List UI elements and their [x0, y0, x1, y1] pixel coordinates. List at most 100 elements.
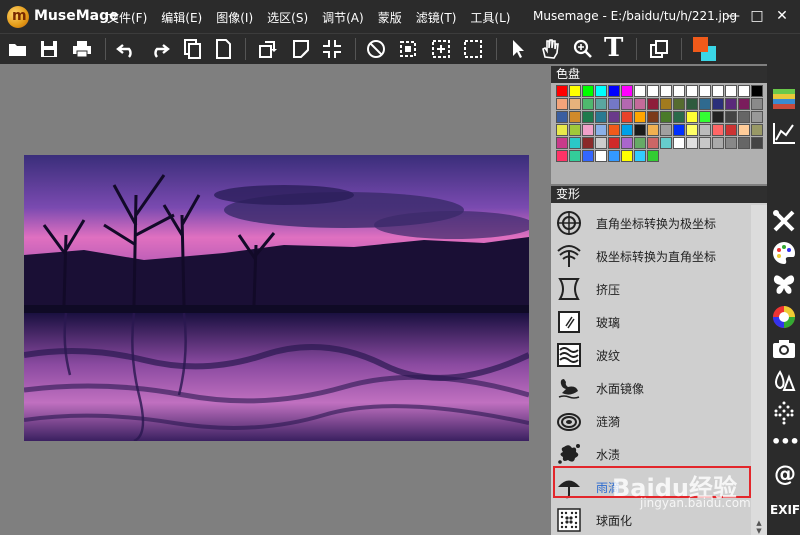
- palette-swatch[interactable]: [595, 137, 607, 149]
- close-button[interactable]: ✕: [773, 7, 791, 25]
- palette-swatch[interactable]: [621, 85, 633, 97]
- palette-swatch[interactable]: [725, 137, 737, 149]
- canvas-image[interactable]: [24, 155, 529, 441]
- palette-swatch[interactable]: [556, 150, 568, 162]
- palette-swatch[interactable]: [595, 85, 607, 97]
- text-icon[interactable]: T: [602, 33, 626, 63]
- palette-swatch[interactable]: [608, 85, 620, 97]
- transform-icon[interactable]: [289, 37, 313, 61]
- maximize-button[interactable]: □: [748, 7, 766, 25]
- palette-swatch[interactable]: [582, 85, 594, 97]
- dots-grid-icon[interactable]: [771, 400, 797, 426]
- filter-item-glass[interactable]: 玻璃: [551, 305, 751, 338]
- filter-item-water-mirror[interactable]: 水面镜像: [551, 371, 751, 404]
- palette-swatch[interactable]: [647, 85, 659, 97]
- zoom-icon[interactable]: [571, 37, 595, 61]
- filter-item-ripple[interactable]: 涟漪: [551, 404, 751, 437]
- palette-swatch[interactable]: [634, 150, 646, 162]
- palette-swatch[interactable]: [608, 137, 620, 149]
- palette-swatch[interactable]: [725, 98, 737, 110]
- menu-select[interactable]: 选区(S): [267, 9, 308, 26]
- palette-swatch[interactable]: [751, 124, 763, 136]
- palette-swatch[interactable]: [673, 124, 685, 136]
- minimize-button[interactable]: —: [724, 7, 742, 25]
- palette-swatch[interactable]: [621, 124, 633, 136]
- drops-icon[interactable]: [771, 368, 797, 394]
- palette-swatch[interactable]: [725, 85, 737, 97]
- palette-swatch[interactable]: [738, 124, 750, 136]
- palette-swatch[interactable]: [751, 111, 763, 123]
- menu-mask[interactable]: 蒙版: [378, 9, 402, 26]
- palette-swatch[interactable]: [686, 124, 698, 136]
- palette-swatch[interactable]: [647, 124, 659, 136]
- menu-adjust[interactable]: 调节(A): [322, 9, 364, 26]
- exif-button[interactable]: EXIF: [770, 503, 800, 517]
- palette-swatch[interactable]: [673, 137, 685, 149]
- palette-swatch[interactable]: [738, 98, 750, 110]
- new-document-icon[interactable]: [211, 37, 235, 61]
- palette-swatch[interactable]: [556, 98, 568, 110]
- palette-swatch[interactable]: [660, 111, 672, 123]
- palette-swatch[interactable]: [660, 98, 672, 110]
- palette-swatch[interactable]: [647, 98, 659, 110]
- palette-swatch[interactable]: [751, 85, 763, 97]
- palette-swatch[interactable]: [647, 150, 659, 162]
- palette-swatch[interactable]: [608, 150, 620, 162]
- palette-swatch[interactable]: [686, 111, 698, 123]
- palette-swatch[interactable]: [686, 137, 698, 149]
- filter-item-rect-to-polar[interactable]: 直角坐标转换为极坐标: [551, 206, 751, 239]
- palette-swatch[interactable]: [582, 150, 594, 162]
- palette-swatch[interactable]: [569, 150, 581, 162]
- palette-swatch[interactable]: [569, 98, 581, 110]
- palette-swatch[interactable]: [569, 85, 581, 97]
- palette-swatch[interactable]: [608, 98, 620, 110]
- rotate-icon[interactable]: [256, 37, 280, 61]
- palette-swatch[interactable]: [569, 137, 581, 149]
- palette-swatch[interactable]: [582, 124, 594, 136]
- hand-icon[interactable]: [538, 37, 562, 61]
- palette-swatch[interactable]: [712, 85, 724, 97]
- palette-swatch[interactable]: [634, 111, 646, 123]
- palette-swatch[interactable]: [634, 98, 646, 110]
- palette-swatch[interactable]: [673, 85, 685, 97]
- palette-swatch[interactable]: [621, 137, 633, 149]
- palette-swatch[interactable]: [725, 111, 737, 123]
- palette-swatch[interactable]: [712, 111, 724, 123]
- save-icon[interactable]: [37, 37, 61, 61]
- filter-item-wave[interactable]: 波纹: [551, 338, 751, 371]
- scroll-up-arrow[interactable]: ▲: [753, 519, 765, 527]
- palette-swatch[interactable]: [556, 137, 568, 149]
- palette-swatch[interactable]: [608, 111, 620, 123]
- transform-list-scrollbar[interactable]: ▲ ▼: [751, 205, 767, 535]
- menu-image[interactable]: 图像(I): [216, 9, 253, 26]
- palette-swatch[interactable]: [634, 124, 646, 136]
- foreground-color-swatch[interactable]: [693, 37, 708, 52]
- undo-icon[interactable]: [115, 37, 139, 61]
- more-icon[interactable]: •••: [771, 430, 800, 456]
- palette-swatch[interactable]: [699, 111, 711, 123]
- curve-chart-icon[interactable]: [771, 120, 797, 146]
- palette-swatch[interactable]: [699, 124, 711, 136]
- menu-edit[interactable]: 编辑(E): [161, 9, 202, 26]
- magic-select-icon[interactable]: [429, 37, 453, 61]
- palette-swatch[interactable]: [569, 111, 581, 123]
- palette-swatch[interactable]: [621, 150, 633, 162]
- filter-item-squeeze[interactable]: 挤压: [551, 272, 751, 305]
- palette-swatch[interactable]: [634, 85, 646, 97]
- butterfly-icon[interactable]: [771, 272, 797, 298]
- palette-swatch[interactable]: [699, 85, 711, 97]
- palette-swatch[interactable]: [738, 137, 750, 149]
- crop-icon[interactable]: [320, 37, 344, 61]
- tools-icon[interactable]: [771, 208, 797, 234]
- canvas-workspace[interactable]: [0, 64, 551, 535]
- open-folder-icon[interactable]: [6, 37, 30, 61]
- palette-swatch[interactable]: [569, 124, 581, 136]
- palette-swatch[interactable]: [595, 111, 607, 123]
- palette-swatch[interactable]: [582, 137, 594, 149]
- palette-swatch[interactable]: [686, 85, 698, 97]
- at-icon[interactable]: @: [771, 462, 797, 490]
- palette-swatch[interactable]: [647, 137, 659, 149]
- copy-icon[interactable]: [180, 37, 204, 61]
- filter-item-polar-to-rect[interactable]: 极坐标转换为直角坐标: [551, 239, 751, 272]
- palette-swatch[interactable]: [582, 98, 594, 110]
